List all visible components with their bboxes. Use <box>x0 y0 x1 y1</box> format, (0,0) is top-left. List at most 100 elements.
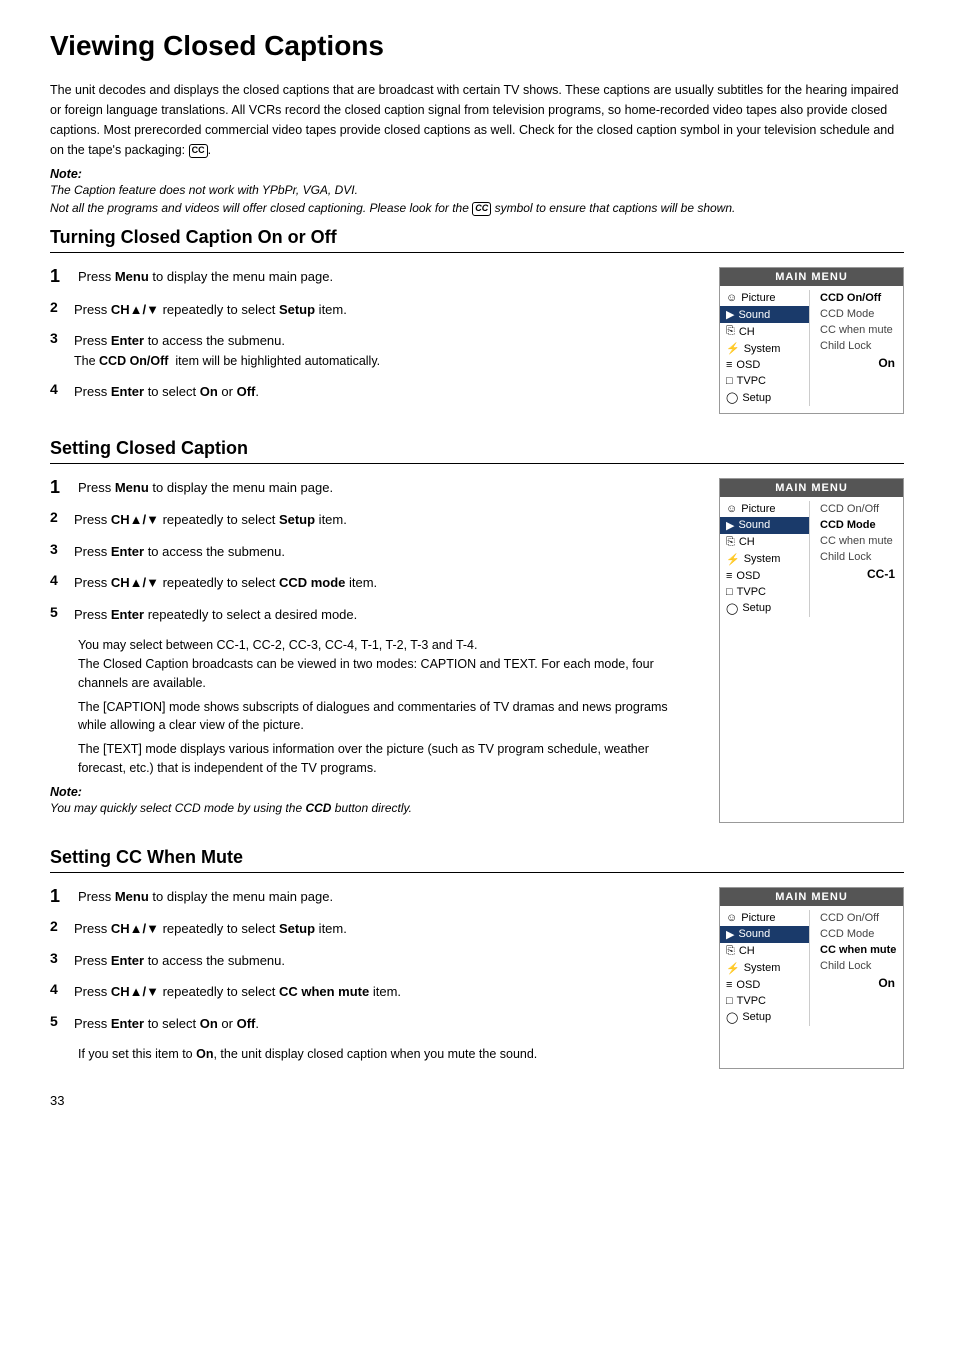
step-text: Press CH▲/▼ repeatedly to select Setup i… <box>74 510 699 530</box>
menu-right-ccd-onoff[interactable]: CCD On/Off <box>814 910 903 926</box>
step-text: Press Enter to access the submenu. <box>74 951 699 971</box>
menu-right-ccd-mode[interactable]: CCD Mode <box>814 306 903 322</box>
section2-title: Setting Closed Caption <box>50 438 904 464</box>
step-1-4: 4 Press Enter to select On or Off. <box>50 382 699 402</box>
step-3-2: 2 Press CH▲/▼ repeatedly to select Setup… <box>50 919 699 939</box>
menu-item-system[interactable]: ⚡ System <box>720 551 809 568</box>
menu-item-system[interactable]: ⚡ System <box>720 960 809 977</box>
step-num: 2 <box>50 918 74 935</box>
menu-item-label: OSD <box>736 359 760 371</box>
step-2-5: 5 Press Enter repeatedly to select a des… <box>50 605 699 625</box>
menu-item-label: Picture <box>741 503 775 515</box>
page-number: 33 <box>50 1093 904 1108</box>
step-text: Press Enter repeatedly to select a desir… <box>74 605 699 625</box>
step-num: 4 <box>50 381 74 398</box>
step-text: Press CH▲/▼ repeatedly to select Setup i… <box>74 300 699 320</box>
menu-item-label: System <box>744 343 781 355</box>
menu-item-osd[interactable]: ≡ OSD <box>720 568 809 584</box>
menu-right-child-lock[interactable]: Child Lock <box>814 338 903 354</box>
step-3-1: 1 Press Menu to display the menu main pa… <box>50 887 699 908</box>
menu-right-ccd-mode[interactable]: CCD Mode <box>814 517 903 533</box>
menu-item-sound[interactable]: ▶ Sound <box>720 926 809 943</box>
menu-right-ccd-mode[interactable]: CCD Mode <box>814 926 903 942</box>
menu-right-cc-mute[interactable]: CC when mute <box>814 942 903 958</box>
tvpc-icon: □ <box>726 995 733 1007</box>
step-num: 1 <box>50 266 78 288</box>
section1-steps: 1 Press Menu to display the menu main pa… <box>50 267 699 414</box>
menu-panel-3: MAIN MENU ☺ Picture ▶ Sound ⎘ CH ⚡ Syste… <box>719 887 904 1069</box>
setup-icon: ◯ <box>726 602 738 615</box>
menu-item-label: OSD <box>736 570 760 582</box>
section3-steps: 1 Press Menu to display the menu main pa… <box>50 887 699 1069</box>
menu-right-ccd-onoff[interactable]: CCD On/Off <box>814 290 903 306</box>
menu-right-ccd-onoff[interactable]: CCD On/Off <box>814 501 903 517</box>
setup-icon: ◯ <box>726 1011 738 1024</box>
menu-item-sound[interactable]: ▶ Sound <box>720 306 809 323</box>
cc-symbol-note: CC <box>472 202 491 216</box>
step-1-3: 3 Press Enter to access the submenu. The… <box>50 331 699 370</box>
menu-body: ☺ Picture ▶ Sound ⎘ CH ⚡ System ≡ OSD <box>720 906 903 1030</box>
menu-header: MAIN MENU <box>720 479 903 497</box>
menu-item-system[interactable]: ⚡ System <box>720 340 809 357</box>
menu-right-child-lock[interactable]: Child Lock <box>814 549 903 565</box>
step-text: Press CH▲/▼ repeatedly to select CC when… <box>74 982 699 1002</box>
menu-item-label: Picture <box>741 912 775 924</box>
step-num: 3 <box>50 330 74 347</box>
menu-item-ch[interactable]: ⎘ CH <box>720 943 809 960</box>
step-text: Press Menu to display the menu main page… <box>78 478 699 498</box>
intro-note: Note: The Caption feature does not work … <box>50 166 904 217</box>
step-text: Press CH▲/▼ repeatedly to select CCD mod… <box>74 573 699 593</box>
menu-item-tvpc[interactable]: □ TVPC <box>720 993 809 1009</box>
menu-right-cc-mute[interactable]: CC when mute <box>814 533 903 549</box>
step-text: Press CH▲/▼ repeatedly to select Setup i… <box>74 919 699 939</box>
section2-body-1: You may select between CC-1, CC-2, CC-3,… <box>78 636 699 655</box>
section2-note: Note: You may quickly select CCD mode by… <box>50 784 699 817</box>
menu-item-setup[interactable]: ◯ Setup <box>720 1009 809 1026</box>
step-1-2: 2 Press CH▲/▼ repeatedly to select Setup… <box>50 300 699 320</box>
menu-item-ch[interactable]: ⎘ CH <box>720 323 809 340</box>
menu-item-tvpc[interactable]: □ TVPC <box>720 373 809 389</box>
menu-item-picture[interactable]: ☺ Picture <box>720 290 809 306</box>
menu-item-osd[interactable]: ≡ OSD <box>720 357 809 373</box>
menu-item-setup[interactable]: ◯ Setup <box>720 600 809 617</box>
menu-header: MAIN MENU <box>720 268 903 286</box>
note-line-2: Not all the programs and videos will off… <box>50 201 735 215</box>
system-icon: ⚡ <box>726 342 740 355</box>
menu-value-2: CC-1 <box>814 565 903 585</box>
menu-right-cc-mute[interactable]: CC when mute <box>814 322 903 338</box>
cc-symbol-inline: CC <box>189 144 208 158</box>
menu-left: ☺ Picture ▶ Sound ⎘ CH ⚡ System ≡ OSD <box>720 290 810 406</box>
menu-right-child-lock[interactable]: Child Lock <box>814 958 903 974</box>
menu-item-ch[interactable]: ⎘ CH <box>720 534 809 551</box>
menu-item-osd[interactable]: ≡ OSD <box>720 977 809 993</box>
menu-item-picture[interactable]: ☺ Picture <box>720 910 809 926</box>
intro-paragraph: The unit decodes and displays the closed… <box>50 80 904 160</box>
step-text: Press Enter to access the submenu. <box>74 333 285 348</box>
step-num: 3 <box>50 541 74 558</box>
menu-value-1: On <box>814 354 903 374</box>
menu-item-label: Setup <box>742 392 771 404</box>
menu-right: CCD On/Off CCD Mode CC when mute Child L… <box>810 910 903 1026</box>
osd-icon: ≡ <box>726 359 732 371</box>
menu-header: MAIN MENU <box>720 888 903 906</box>
menu-panel-1: MAIN MENU ☺ Picture ▶ Sound ⎘ CH ⚡ Syste… <box>719 267 904 414</box>
step-num: 2 <box>50 509 74 526</box>
section3-title: Setting CC When Mute <box>50 847 904 873</box>
menu-item-label: TVPC <box>737 375 766 387</box>
step-3-5: 5 Press Enter to select On or Off. <box>50 1014 699 1034</box>
menu-left: ☺ Picture ▶ Sound ⎘ CH ⚡ System ≡ OSD <box>720 910 810 1026</box>
step-num: 1 <box>50 886 78 908</box>
menu-item-tvpc[interactable]: □ TVPC <box>720 584 809 600</box>
note-label: Note: <box>50 167 82 181</box>
menu-item-setup[interactable]: ◯ Setup <box>720 389 809 406</box>
menu-right: CCD On/Off CCD Mode CC when mute Child L… <box>810 290 903 406</box>
osd-icon: ≡ <box>726 979 732 991</box>
section1-content: 1 Press Menu to display the menu main pa… <box>50 267 904 414</box>
menu-item-picture[interactable]: ☺ Picture <box>720 501 809 517</box>
note-line-1: The Caption feature does not work with Y… <box>50 183 358 197</box>
menu-item-label: Sound <box>738 309 770 321</box>
step-2-4: 4 Press CH▲/▼ repeatedly to select CCD m… <box>50 573 699 593</box>
section1-title: Turning Closed Caption On or Off <box>50 227 904 253</box>
menu-item-sound[interactable]: ▶ Sound <box>720 517 809 534</box>
menu-item-label: Setup <box>742 602 771 614</box>
